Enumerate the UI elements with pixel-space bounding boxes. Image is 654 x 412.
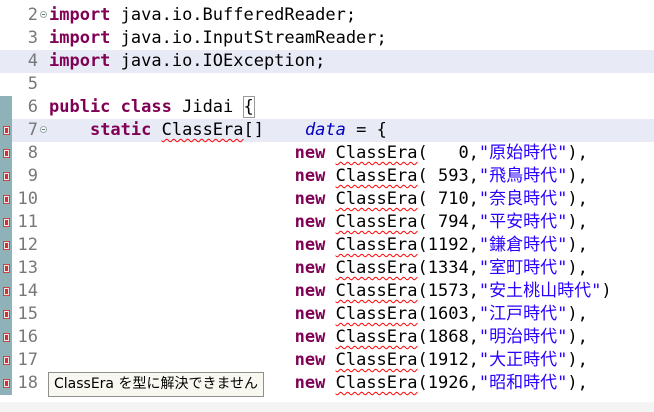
line-number: 8 xyxy=(27,143,38,163)
code-line[interactable]: 11 new ClassEra( 794,"平安時代"), xyxy=(0,211,654,234)
code-text: new ClassEra(1192,"鎌倉時代"), xyxy=(294,235,588,255)
line-number: 16 xyxy=(17,327,38,347)
code-line[interactable]: 14 new ClassEra(1573,"安土桃山時代") xyxy=(0,280,654,303)
horizontal-scrollbar[interactable] xyxy=(0,402,654,412)
line-number: 2 xyxy=(27,5,38,25)
code-line[interactable]: 6 public class Jidai { xyxy=(0,96,654,119)
code-line[interactable]: 5 xyxy=(0,73,654,96)
error-tooltip: ClassEra を型に解決できません xyxy=(48,372,265,397)
line-number: 5 xyxy=(27,74,38,94)
fold-collapse-icon[interactable] xyxy=(40,11,47,18)
code-text: new ClassEra(1912,"大正時代"), xyxy=(294,350,588,370)
code-text: new ClassEra(1603,"江戸時代"), xyxy=(294,304,588,324)
code-text: new ClassEra( 794,"平安時代"), xyxy=(294,212,588,232)
line-number: 15 xyxy=(17,304,38,324)
code-editor[interactable]: 2 import java.io.BufferedReader; 3 import j… xyxy=(0,0,654,412)
code-text: new ClassEra( 593,"飛鳥時代"), xyxy=(294,166,588,186)
code-text: new ClassEra(1868,"明治時代"), xyxy=(294,327,588,347)
code-line[interactable]: 16 new ClassEra(1868,"明治時代"), xyxy=(0,326,654,349)
code-text: new ClassEra( 710,"奈良時代"), xyxy=(294,189,588,209)
line-number: 6 xyxy=(27,97,38,117)
code-line[interactable]: 4 import java.io.IOException; xyxy=(0,50,654,73)
code-text: new ClassEra( 0,"原始時代"), xyxy=(294,143,588,163)
code-line[interactable]: 9 new ClassEra( 593,"飛鳥時代"), xyxy=(0,165,654,188)
code-text: static ClassEra[] data = { xyxy=(89,120,387,140)
line-number: 7 xyxy=(27,120,38,140)
code-line[interactable]: 17 new ClassEra(1912,"大正時代"), xyxy=(0,349,654,372)
code-line[interactable]: 2 import java.io.BufferedReader; xyxy=(0,4,654,27)
line-number: 10 xyxy=(17,189,38,209)
code-line[interactable]: 8 new ClassEra( 0,"原始時代"), xyxy=(0,142,654,165)
line-number: 12 xyxy=(17,235,38,255)
code-text: import java.io.BufferedReader; xyxy=(49,5,357,25)
line-number: 14 xyxy=(17,281,38,301)
line-number: 13 xyxy=(17,258,38,278)
code-text: new ClassEra(1573,"安土桃山時代") xyxy=(294,281,612,301)
line-number: 11 xyxy=(17,212,38,232)
code-line[interactable]: 7 static ClassEra[] data = { xyxy=(0,119,654,142)
line-number: 18 xyxy=(17,373,38,393)
code-line[interactable]: 12 new ClassEra(1192,"鎌倉時代"), xyxy=(0,234,654,257)
code-text: public class Jidai { xyxy=(49,96,255,118)
line-number: 17 xyxy=(17,350,38,370)
code-line[interactable]: 13 new ClassEra(1334,"室町時代"), xyxy=(0,257,654,280)
code-line[interactable]: 10 new ClassEra( 710,"奈良時代"), xyxy=(0,188,654,211)
code-line[interactable]: 15 new ClassEra(1603,"江戸時代"), xyxy=(0,303,654,326)
code-text: import java.io.InputStreamReader; xyxy=(49,28,387,48)
line-number: 4 xyxy=(27,51,38,71)
code-text: import java.io.IOException; xyxy=(49,51,326,71)
fold-collapse-icon[interactable] xyxy=(40,126,47,133)
code-line[interactable]: 3 import java.io.InputStreamReader; xyxy=(0,27,654,50)
line-number: 9 xyxy=(27,166,38,186)
line-number: 3 xyxy=(27,28,38,48)
code-text: new ClassEra(1334,"室町時代"), xyxy=(294,258,588,278)
